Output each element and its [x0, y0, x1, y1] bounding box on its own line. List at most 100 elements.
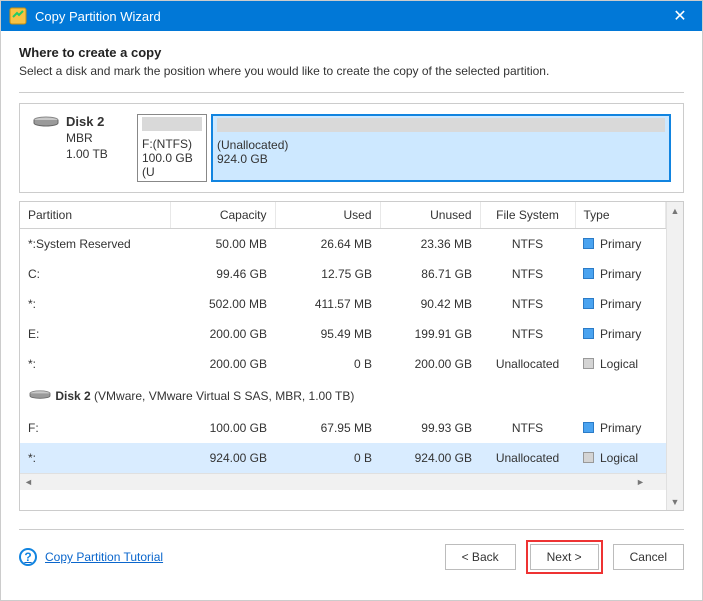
back-button[interactable]: < Back — [445, 544, 516, 570]
cell-unused: 99.93 GB — [380, 413, 480, 443]
cell-unused: 86.71 GB — [380, 259, 480, 289]
cell-partition: F: — [20, 413, 170, 443]
tutorial-link[interactable]: ? Copy Partition Tutorial — [19, 548, 163, 566]
cell-capacity: 502.00 MB — [170, 289, 275, 319]
col-capacity[interactable]: Capacity — [170, 202, 275, 229]
scroll-left-icon[interactable]: ◄ — [20, 474, 37, 490]
scroll-right-icon[interactable]: ► — [632, 474, 649, 490]
disk-scheme: MBR — [66, 131, 108, 145]
cell-type: Primary — [575, 413, 666, 443]
type-swatch — [583, 268, 594, 279]
table-header-row: Partition Capacity Used Unused File Syst… — [20, 202, 666, 229]
page-heading: Where to create a copy — [19, 45, 684, 60]
disk-header: Disk 2 MBR 1.00 TB — [32, 114, 127, 161]
cell-filesystem: NTFS — [480, 413, 575, 443]
app-icon — [9, 7, 27, 25]
cell-partition: *: — [20, 443, 170, 473]
partition-table: Partition Capacity Used Unused File Syst… — [20, 202, 666, 473]
scroll-down-icon[interactable]: ▼ — [667, 493, 683, 510]
disk-name: Disk 2 — [66, 114, 108, 129]
disk-group-details: (VMware, VMware Virtual S SAS, MBR, 1.00… — [91, 389, 355, 403]
cell-partition: C: — [20, 259, 170, 289]
partition-table-wrap: Partition Capacity Used Unused File Syst… — [19, 201, 684, 511]
disk-icon — [28, 389, 52, 403]
table-row[interactable]: *:200.00 GB0 B200.00 GBUnallocatedLogica… — [20, 349, 666, 379]
cell-used: 26.64 MB — [275, 229, 380, 260]
page-subheading: Select a disk and mark the position wher… — [19, 64, 684, 78]
disk-block-unallocated[interactable]: (Unallocated) 924.0 GB — [211, 114, 671, 182]
cell-unused: 199.91 GB — [380, 319, 480, 349]
cell-type: Logical — [575, 443, 666, 473]
window-title: Copy Partition Wizard — [35, 9, 666, 24]
cell-type: Primary — [575, 259, 666, 289]
disk-icon — [32, 116, 60, 126]
close-icon[interactable]: ✕ — [666, 6, 694, 26]
table-row[interactable]: F:100.00 GB67.95 MB99.93 GBNTFSPrimary — [20, 413, 666, 443]
cancel-button[interactable]: Cancel — [613, 544, 684, 570]
cell-partition: *: — [20, 349, 170, 379]
cell-capacity: 100.00 GB — [170, 413, 275, 443]
cell-partition: E: — [20, 319, 170, 349]
cell-capacity: 200.00 GB — [170, 349, 275, 379]
cell-unused: 90.42 MB — [380, 289, 480, 319]
cell-unused: 23.36 MB — [380, 229, 480, 260]
cell-filesystem: NTFS — [480, 289, 575, 319]
cell-filesystem: NTFS — [480, 259, 575, 289]
footer-divider — [19, 529, 684, 530]
cell-capacity: 924.00 GB — [170, 443, 275, 473]
cell-filesystem: NTFS — [480, 229, 575, 260]
cell-filesystem: Unallocated — [480, 443, 575, 473]
cell-unused: 924.00 GB — [380, 443, 480, 473]
cell-filesystem: NTFS — [480, 319, 575, 349]
cell-capacity: 99.46 GB — [170, 259, 275, 289]
cell-used: 0 B — [275, 349, 380, 379]
cell-partition: *: — [20, 289, 170, 319]
col-filesystem[interactable]: File System — [480, 202, 575, 229]
cell-type: Primary — [575, 229, 666, 260]
table-row[interactable]: *:502.00 MB411.57 MB90.42 MBNTFSPrimary — [20, 289, 666, 319]
disk-group-row[interactable]: Disk 2 (VMware, VMware Virtual S SAS, MB… — [20, 379, 666, 413]
col-used[interactable]: Used — [275, 202, 380, 229]
next-button[interactable]: Next > — [530, 544, 599, 570]
disk-block-subtitle: 924.0 GB — [217, 152, 665, 166]
scroll-up-icon[interactable]: ▲ — [667, 202, 683, 219]
disk-group-name: Disk 2 — [55, 389, 90, 403]
cell-type: Primary — [575, 319, 666, 349]
disk-block-title: F:(NTFS) — [142, 137, 202, 151]
cell-partition: *:System Reserved — [20, 229, 170, 260]
cell-used: 0 B — [275, 443, 380, 473]
disk-block-f[interactable]: F:(NTFS) 100.0 GB (U — [137, 114, 207, 182]
tutorial-link-text: Copy Partition Tutorial — [45, 550, 163, 564]
table-row[interactable]: C:99.46 GB12.75 GB86.71 GBNTFSPrimary — [20, 259, 666, 289]
type-swatch — [583, 328, 594, 339]
type-swatch — [583, 298, 594, 309]
cell-filesystem: Unallocated — [480, 349, 575, 379]
disk-size: 1.00 TB — [66, 147, 108, 161]
horizontal-scrollbar[interactable]: ◄ ► — [20, 473, 666, 490]
cell-capacity: 50.00 MB — [170, 229, 275, 260]
col-partition[interactable]: Partition — [20, 202, 170, 229]
table-row[interactable]: *:924.00 GB0 B924.00 GBUnallocatedLogica… — [20, 443, 666, 473]
cell-unused: 200.00 GB — [380, 349, 480, 379]
disk-block-subtitle: 100.0 GB (U — [142, 151, 202, 179]
cell-used: 95.49 MB — [275, 319, 380, 349]
type-swatch — [583, 238, 594, 249]
cell-used: 67.95 MB — [275, 413, 380, 443]
type-swatch — [583, 358, 594, 369]
cell-type: Logical — [575, 349, 666, 379]
divider — [19, 92, 684, 93]
type-swatch — [583, 452, 594, 463]
titlebar: Copy Partition Wizard ✕ — [1, 1, 702, 31]
cell-used: 411.57 MB — [275, 289, 380, 319]
table-row[interactable]: *:System Reserved50.00 MB26.64 MB23.36 M… — [20, 229, 666, 260]
table-row[interactable]: E:200.00 GB95.49 MB199.91 GBNTFSPrimary — [20, 319, 666, 349]
disk-block-title: (Unallocated) — [217, 138, 665, 152]
disk-visualizer: Disk 2 MBR 1.00 TB F:(NTFS) 100.0 GB (U … — [19, 103, 684, 193]
next-highlight: Next > — [526, 540, 603, 574]
type-swatch — [583, 422, 594, 433]
footer: ? Copy Partition Tutorial < Back Next > … — [1, 540, 702, 588]
vertical-scrollbar[interactable]: ▲ ▼ — [666, 202, 683, 510]
cell-capacity: 200.00 GB — [170, 319, 275, 349]
col-unused[interactable]: Unused — [380, 202, 480, 229]
col-type[interactable]: Type — [575, 202, 666, 229]
